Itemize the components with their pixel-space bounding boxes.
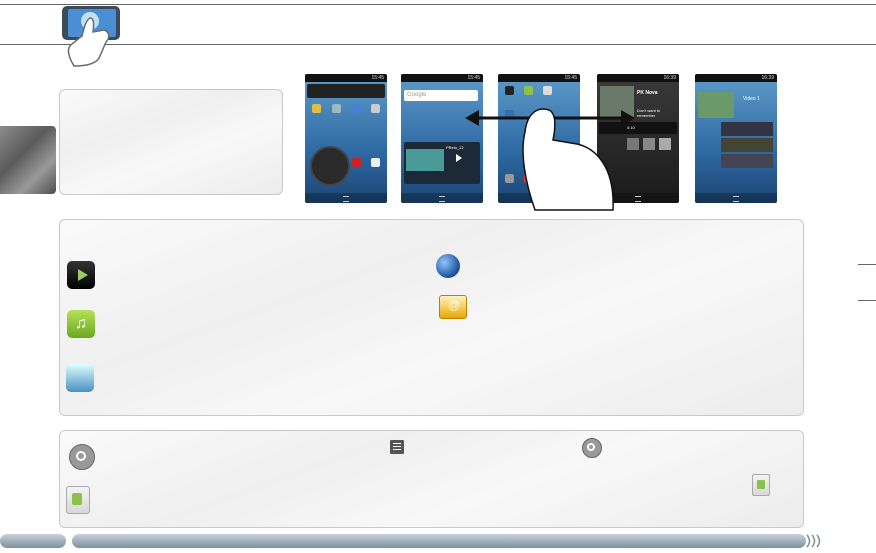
header-rule (0, 44, 876, 45)
page-mark (858, 264, 876, 265)
video-title: Video 1 (743, 96, 760, 102)
settings-icon (69, 444, 95, 470)
status-time: 15:45 (305, 74, 387, 82)
status-time: 16:39 (695, 74, 777, 82)
touch-hand-icon (60, 6, 126, 68)
intro-panel (59, 89, 283, 195)
info-panel (59, 430, 804, 528)
screenshot-home-widgets: 15:45 (305, 74, 387, 203)
browser-globe-icon (436, 254, 460, 278)
track-subtitle: Don't want to remember (637, 108, 661, 118)
photo-icon (66, 364, 94, 392)
apps-panel (59, 219, 804, 416)
footer-bar (72, 534, 806, 548)
section-tab (0, 126, 56, 194)
status-time: 15:45 (498, 74, 580, 82)
video-icon (67, 261, 95, 289)
appslib-small-icon (752, 474, 770, 496)
widget-title: PRelo_12 (446, 145, 464, 150)
email-icon: @ (439, 295, 467, 319)
settings-small-icon (582, 438, 602, 458)
top-rule (0, 4, 876, 5)
footer-bar-left (0, 534, 66, 548)
swipe-gesture-icon (465, 92, 635, 212)
screenshot-video-browser: 16:39 Video 1 (695, 74, 777, 203)
status-time: 16:39 (597, 74, 679, 82)
status-time: 15:45 (401, 74, 483, 82)
track-title: PK Nova (637, 90, 658, 96)
page-mark (858, 300, 876, 301)
appslib-icon (66, 486, 90, 514)
music-icon: ♫ (67, 310, 95, 338)
footer-chevrons-icon (805, 534, 823, 548)
menu-icon (390, 440, 404, 454)
